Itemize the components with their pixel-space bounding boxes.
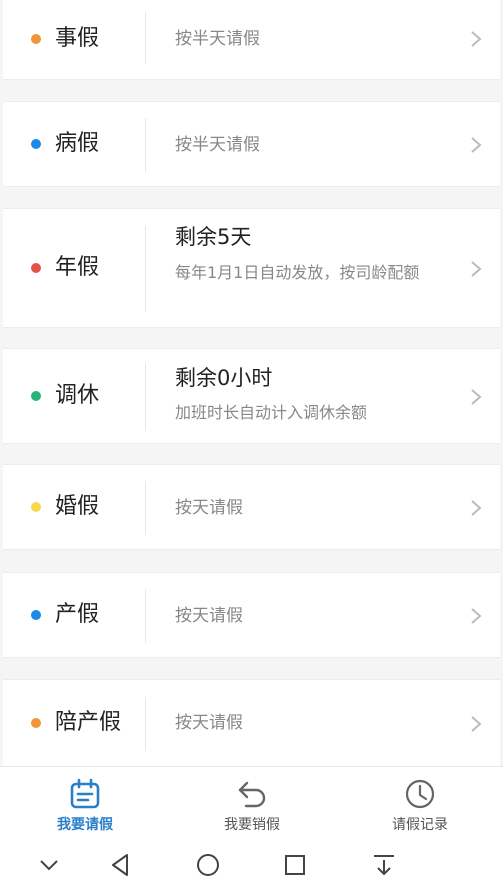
leave-request-screen: 事假 按半天请假 病假 按半天请假 年假 剩余5天 每年1月1日自动发放，按司龄… (0, 0, 503, 890)
calendar-icon (70, 778, 100, 809)
leave-type-name: 陪产假 (55, 710, 122, 735)
leave-type-name: 年假 (55, 255, 100, 280)
status-dot (31, 610, 41, 620)
chevron-right-icon (471, 500, 482, 516)
leave-rule: 按天请假 (175, 606, 243, 626)
leave-type-name: 产假 (55, 602, 100, 627)
tab-label: 请假记录 (392, 817, 448, 833)
chevron-right-icon (471, 389, 482, 405)
tab-label: 我要请假 (57, 817, 113, 833)
status-dot (31, 263, 41, 273)
undo-arrow-icon (238, 781, 266, 808)
leave-item-paternity[interactable]: 陪产假 按天请假 (3, 679, 500, 771)
chevron-right-icon (471, 261, 482, 277)
pull-down-icon[interactable] (368, 849, 400, 881)
tab-cancel-leave[interactable]: 我要销假 (187, 767, 317, 841)
collapse-icon[interactable] (33, 849, 65, 881)
chevron-right-icon (471, 716, 482, 732)
status-dot (31, 139, 41, 149)
leave-type-name: 调休 (55, 383, 100, 408)
leave-rule: 按天请假 (175, 713, 243, 733)
status-dot (31, 718, 41, 728)
leave-item-annual[interactable]: 年假 剩余5天 每年1月1日自动发放，按司龄配额 (3, 208, 500, 328)
leave-rule: 按半天请假 (175, 29, 260, 49)
divider (145, 481, 146, 535)
status-dot (31, 502, 41, 512)
chevron-right-icon (471, 608, 482, 624)
divider (145, 697, 146, 751)
bottom-tab-bar: 我要请假 我要销假 请假记录 (0, 766, 503, 840)
back-icon[interactable] (105, 849, 137, 881)
leave-note: 每年1月1日自动发放，按司龄配额 (175, 263, 420, 282)
divider (145, 589, 146, 643)
leave-item-personal[interactable]: 事假 按半天请假 (3, 0, 500, 80)
leave-type-name: 婚假 (55, 494, 100, 519)
leave-balance: 剩余5天 (175, 225, 252, 249)
clock-icon (405, 779, 435, 809)
leave-type-name: 病假 (55, 131, 100, 156)
leave-item-compensatory[interactable]: 调休 剩余0小时 加班时长自动计入调休余额 (3, 348, 500, 444)
leave-item-maternity[interactable]: 产假 按天请假 (3, 572, 500, 658)
leave-item-marriage[interactable]: 婚假 按天请假 (3, 464, 500, 550)
leave-rule: 按半天请假 (175, 135, 260, 155)
tab-leave-records[interactable]: 请假记录 (355, 767, 485, 841)
divider (145, 12, 146, 64)
leave-item-sick[interactable]: 病假 按半天请假 (3, 101, 500, 187)
tab-apply-leave[interactable]: 我要请假 (20, 767, 150, 841)
divider (145, 118, 146, 172)
leave-type-name: 事假 (55, 26, 100, 51)
recents-icon[interactable] (279, 849, 311, 881)
chevron-right-icon (471, 31, 482, 47)
tab-label: 我要销假 (224, 817, 280, 833)
status-dot (31, 391, 41, 401)
status-dot (31, 34, 41, 44)
leave-rule: 按天请假 (175, 498, 243, 518)
divider (145, 226, 146, 312)
leave-balance: 剩余0小时 (175, 366, 273, 390)
system-nav-bar (0, 840, 503, 890)
leave-note: 加班时长自动计入调休余额 (175, 403, 368, 422)
chevron-right-icon (471, 137, 482, 153)
divider (145, 363, 146, 431)
home-icon[interactable] (192, 849, 224, 881)
